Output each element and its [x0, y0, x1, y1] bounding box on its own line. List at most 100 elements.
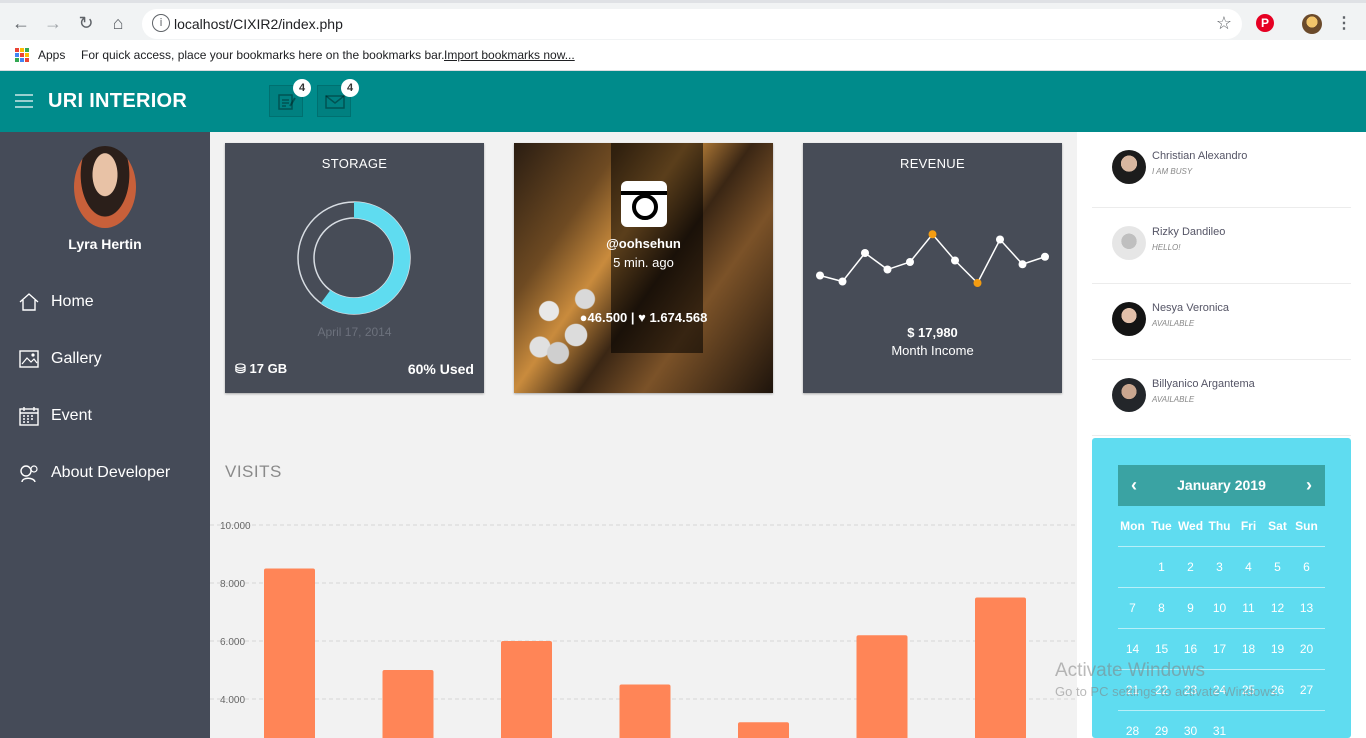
profile-avatar-icon[interactable]: [1302, 14, 1322, 34]
contact-name: Nesya Veronica: [1152, 302, 1230, 314]
sidebar-item-event[interactable]: Event: [18, 402, 92, 430]
contact-name: Christian Alexandro: [1152, 150, 1248, 162]
calendar-day[interactable]: 6: [1292, 547, 1321, 587]
tasks-button[interactable]: 4: [269, 79, 311, 117]
sidebar-item-label: About Developer: [51, 464, 171, 481]
calendar-day[interactable]: 31: [1205, 711, 1234, 738]
calendar-day[interactable]: 3: [1205, 547, 1234, 587]
storage-size-value: 17 GB: [249, 361, 288, 376]
calendar-day[interactable]: 9: [1176, 588, 1205, 628]
calendar-month: January 2019: [1177, 477, 1266, 493]
contact-avatar: [1112, 226, 1146, 260]
mail-icon: [325, 95, 345, 109]
url-text[interactable]: localhost/CIXIR2/index.php: [174, 16, 343, 32]
sidebar-item-label: Event: [51, 407, 92, 424]
contact-item[interactable]: Nesya Veronica AVAILABLE: [1092, 284, 1351, 360]
storage-size: ⛁ 17 GB: [235, 361, 287, 377]
donut-used-segment: [298, 202, 410, 314]
site-info-icon[interactable]: i: [152, 14, 170, 32]
calendar-day[interactable]: 13: [1292, 588, 1321, 628]
calendar-day[interactable]: 29: [1147, 711, 1176, 738]
instagram-comments: 46.500: [587, 310, 628, 325]
revenue-point: [883, 265, 892, 274]
calendar-day[interactable]: 19: [1263, 629, 1292, 669]
calendar-day[interactable]: 12: [1263, 588, 1292, 628]
calendar-day[interactable]: 18: [1234, 629, 1263, 669]
calendar-day[interactable]: 10: [1205, 588, 1234, 628]
address-bar[interactable]: i localhost/CIXIR2/index.php ☆: [142, 9, 1242, 39]
calendar-weekday: Wed: [1177, 519, 1204, 533]
instagram-likes: 1.674.568: [649, 310, 708, 325]
calendar-day[interactable]: 30: [1176, 711, 1205, 738]
calendar-day[interactable]: 20: [1292, 629, 1321, 669]
gallery-icon: [19, 350, 39, 368]
calendar-day[interactable]: 5: [1263, 547, 1292, 587]
instagram-user: @oohsehun: [606, 236, 681, 251]
brand-title: URI INTERIOR: [48, 90, 188, 112]
visits-title: VISITS: [225, 462, 282, 481]
mail-badge: 4: [341, 79, 359, 97]
calendar-day[interactable]: 1: [1147, 547, 1176, 587]
calendar-header: ‹ January 2019 ›: [1118, 465, 1325, 506]
revenue-label: Month Income: [891, 343, 974, 358]
calendar-day[interactable]: 7: [1118, 588, 1147, 628]
browser-menu-icon[interactable]: ⋮: [1336, 13, 1352, 33]
mail-button[interactable]: 4: [317, 79, 359, 117]
calendar-day[interactable]: 28: [1118, 711, 1147, 738]
revenue-point: [973, 279, 982, 287]
apps-grid-icon[interactable]: [15, 48, 29, 62]
calendar-day[interactable]: 17: [1205, 629, 1234, 669]
revenue-point: [838, 277, 847, 286]
hamburger-menu-icon[interactable]: [15, 94, 33, 108]
revenue-point: [928, 230, 937, 239]
chevron-right-icon[interactable]: ›: [1299, 475, 1319, 495]
contact-name: Billyanico Argantema: [1152, 378, 1255, 390]
tasks-icon: [278, 94, 296, 110]
calendar-day[interactable]: 27: [1292, 670, 1321, 710]
revenue-point: [951, 256, 959, 265]
y-tick-label: 6.000: [220, 637, 245, 648]
pinterest-extension-icon[interactable]: P: [1256, 14, 1274, 32]
user-avatar[interactable]: [74, 146, 136, 228]
calendar-weekday: Thu: [1208, 519, 1231, 533]
calendar-week-row: 123456: [1118, 547, 1325, 588]
sidebar-item-gallery[interactable]: Gallery: [18, 345, 102, 373]
instagram-card[interactable]: @oohsehun 5 min. ago ●46.500 | ♥ 1.674.5…: [514, 143, 773, 393]
calendar-day[interactable]: 4: [1234, 547, 1263, 587]
contact-item[interactable]: Billyanico Argantema AVAILABLE: [1092, 360, 1351, 436]
contact-status: AVAILABLE: [1152, 319, 1195, 328]
visits-bar: [856, 635, 908, 738]
sidebar-item-about-developer[interactable]: About Developer: [18, 459, 170, 487]
bookmark-star-icon[interactable]: ☆: [1216, 13, 1232, 34]
calendar-weekday: Sun: [1295, 519, 1318, 533]
contact-item[interactable]: Christian Alexandro I AM BUSY: [1092, 132, 1351, 208]
visits-bar: [382, 670, 434, 738]
calendar-day[interactable]: 2: [1176, 547, 1205, 587]
sidebar-item-home[interactable]: Home: [18, 288, 94, 316]
back-arrow-icon[interactable]: ←: [10, 12, 32, 34]
apps-link[interactable]: Apps: [38, 48, 65, 62]
contact-item[interactable]: Rizky Dandileo HELLO!: [1092, 208, 1351, 284]
forward-arrow-icon[interactable]: →: [42, 12, 64, 34]
app-header: URI INTERIOR 4 4: [0, 71, 1366, 132]
home-browser-icon[interactable]: ⌂: [107, 12, 129, 34]
instagram-time: 5 min. ago: [613, 255, 674, 270]
calendar-week-row: 7 8 9 10 11 12 13: [1118, 588, 1325, 629]
calendar-day: [1263, 711, 1292, 738]
activate-windows-subtitle: Go to PC settings to activate Windows.: [1055, 684, 1280, 699]
visits-bar: [501, 641, 552, 738]
calendar-icon: [19, 407, 39, 426]
calendar-weekday: Fri: [1240, 519, 1257, 533]
instagram-stats: ●46.500 | ♥ 1.674.568: [579, 310, 708, 325]
revenue-line: [819, 233, 1046, 285]
donut-inner-ring: [313, 217, 395, 299]
bookmarks-bar: Apps For quick access, place your bookma…: [0, 40, 1366, 71]
visits-bar-chart: 10.000 8.000 6.000 4.000: [210, 521, 1077, 738]
calendar-day[interactable]: 8: [1147, 588, 1176, 628]
storage-date: April 17, 2014: [317, 325, 392, 339]
import-bookmarks-link[interactable]: Import bookmarks now...: [444, 48, 575, 62]
calendar-day: [1118, 547, 1147, 587]
tasks-badge: 4: [293, 79, 311, 97]
calendar-day[interactable]: 11: [1234, 588, 1263, 628]
reload-icon[interactable]: ↻: [75, 12, 97, 34]
